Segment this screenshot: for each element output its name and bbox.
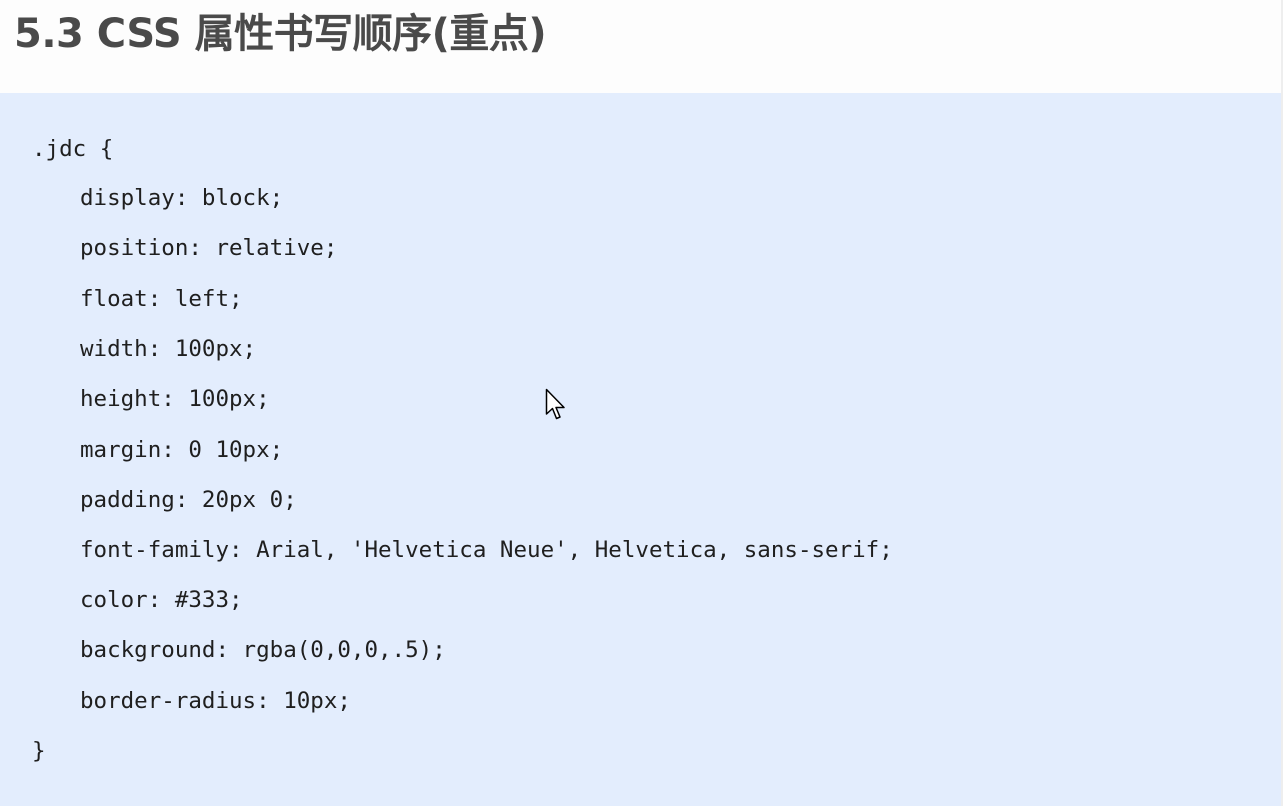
code-declaration-position: position: relative;	[80, 235, 338, 261]
code-declaration-font-family: font-family: Arial, 'Helvetica Neue', He…	[80, 537, 893, 563]
code-declaration-display: display: block;	[80, 185, 284, 211]
code-declaration-height: height: 100px;	[80, 386, 270, 412]
code-declaration-float: float: left;	[80, 286, 243, 312]
code-declaration-margin: margin: 0 10px;	[80, 437, 284, 463]
code-block: .jdc { display: block; position: relativ…	[0, 93, 1283, 806]
code-selector-line: .jdc {	[32, 136, 114, 162]
code-declaration-padding: padding: 20px 0;	[80, 487, 297, 513]
code-declaration-color: color: #333;	[80, 587, 243, 613]
code-declaration-border-radius: border-radius: 10px;	[80, 688, 351, 714]
page-title: 5.3 CSS 属性书写顺序(重点)	[14, 11, 547, 57]
mouse-pointer-icon	[545, 388, 565, 420]
code-closing-brace: }	[32, 738, 46, 764]
code-declaration-width: width: 100px;	[80, 336, 257, 362]
code-declaration-background: background: rgba(0,0,0,.5);	[80, 637, 446, 663]
